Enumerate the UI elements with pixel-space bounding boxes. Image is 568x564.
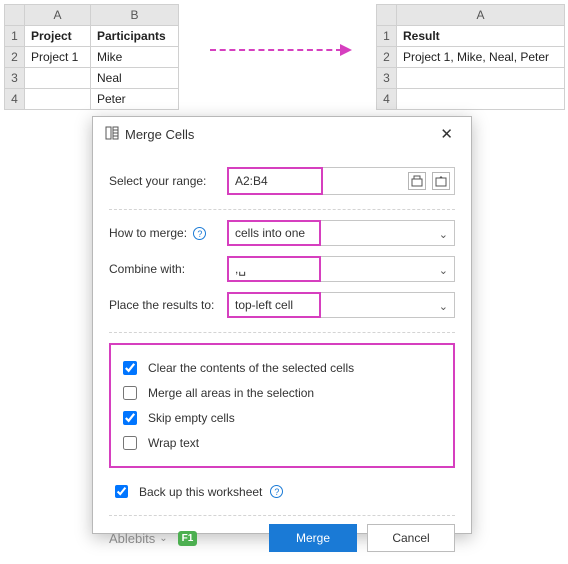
place-label: Place the results to: <box>109 298 227 312</box>
cell-a2-r[interactable]: Project 1, Mike, Neal, Peter <box>397 47 565 68</box>
how-label: How to merge: <box>109 226 187 240</box>
corner-cell <box>5 5 25 26</box>
combine-value: ,␣ <box>227 256 321 282</box>
cell-b2[interactable]: Mike <box>91 47 179 68</box>
cell-b4[interactable]: Peter <box>91 89 179 110</box>
merge-areas-checkbox[interactable]: Merge all areas in the selection <box>119 383 445 403</box>
cell-b3[interactable]: Neal <box>91 68 179 89</box>
merge-button[interactable]: Merge <box>269 524 357 552</box>
row-header-1[interactable]: 1 <box>5 26 25 47</box>
row-header-2[interactable]: 2 <box>5 47 25 68</box>
brand-link[interactable]: Ablebits ⌄ <box>109 531 168 546</box>
cell-a3-r[interactable] <box>397 68 565 89</box>
cancel-button[interactable]: Cancel <box>367 524 455 552</box>
expand-range-button[interactable] <box>432 172 450 190</box>
range-label: Select your range: <box>109 174 227 188</box>
cell-a2[interactable]: Project 1 <box>25 47 91 68</box>
cell-a1[interactable]: Project <box>25 26 91 47</box>
chevron-down-icon: ⌄ <box>159 533 167 544</box>
how-to-merge-select[interactable]: cells into one ⌄ <box>227 220 455 246</box>
row-header-4[interactable]: 4 <box>5 89 25 110</box>
merge-icon <box>105 126 119 143</box>
place-results-select[interactable]: top-left cell ⌄ <box>227 292 455 318</box>
col-header-a-r[interactable]: A <box>397 5 565 26</box>
chevron-down-icon: ⌄ <box>439 228 448 241</box>
options-group: Clear the contents of the selected cells… <box>109 343 455 468</box>
cell-a4[interactable] <box>25 89 91 110</box>
help-icon[interactable]: ? <box>270 485 283 498</box>
close-button[interactable]: ✕ <box>434 123 459 145</box>
help-icon[interactable]: ? <box>193 227 206 240</box>
arrow-icon <box>210 44 360 56</box>
row-header-3-r[interactable]: 3 <box>377 68 397 89</box>
corner-cell-r <box>377 5 397 26</box>
result-table: A 1 Result 2 Project 1, Mike, Neal, Pete… <box>376 4 565 110</box>
combine-label: Combine with: <box>109 262 227 276</box>
row-header-3[interactable]: 3 <box>5 68 25 89</box>
f1-help-button[interactable]: F1 <box>178 531 198 546</box>
wrap-text-checkbox[interactable]: Wrap text <box>119 433 445 453</box>
cell-b1[interactable]: Participants <box>91 26 179 47</box>
range-input[interactable]: A2:B4 <box>227 167 323 195</box>
col-header-b[interactable]: B <box>91 5 179 26</box>
chevron-down-icon: ⌄ <box>439 264 448 277</box>
dialog-title: Merge Cells <box>125 127 194 142</box>
backup-checkbox[interactable]: Back up this worksheet ? <box>111 482 453 501</box>
chevron-down-icon: ⌄ <box>439 300 448 313</box>
cell-a4-r[interactable] <box>397 89 565 110</box>
merge-cells-dialog: Merge Cells ✕ Select your range: A2:B4 <box>92 116 472 534</box>
skip-empty-checkbox[interactable]: Skip empty cells <box>119 408 445 428</box>
how-value: cells into one <box>227 220 321 246</box>
row-header-4-r[interactable]: 4 <box>377 89 397 110</box>
source-table: A B 1 Project Participants 2 Project 1 M… <box>4 4 179 110</box>
cell-a1-r[interactable]: Result <box>397 26 565 47</box>
row-header-2-r[interactable]: 2 <box>377 47 397 68</box>
row-header-1-r[interactable]: 1 <box>377 26 397 47</box>
collapse-range-button[interactable] <box>408 172 426 190</box>
place-value: top-left cell <box>227 292 321 318</box>
cell-a3[interactable] <box>25 68 91 89</box>
combine-with-select[interactable]: ,␣ ⌄ <box>227 256 455 282</box>
col-header-a[interactable]: A <box>25 5 91 26</box>
range-input-wrap: A2:B4 <box>227 167 455 195</box>
clear-contents-checkbox[interactable]: Clear the contents of the selected cells <box>119 358 445 378</box>
